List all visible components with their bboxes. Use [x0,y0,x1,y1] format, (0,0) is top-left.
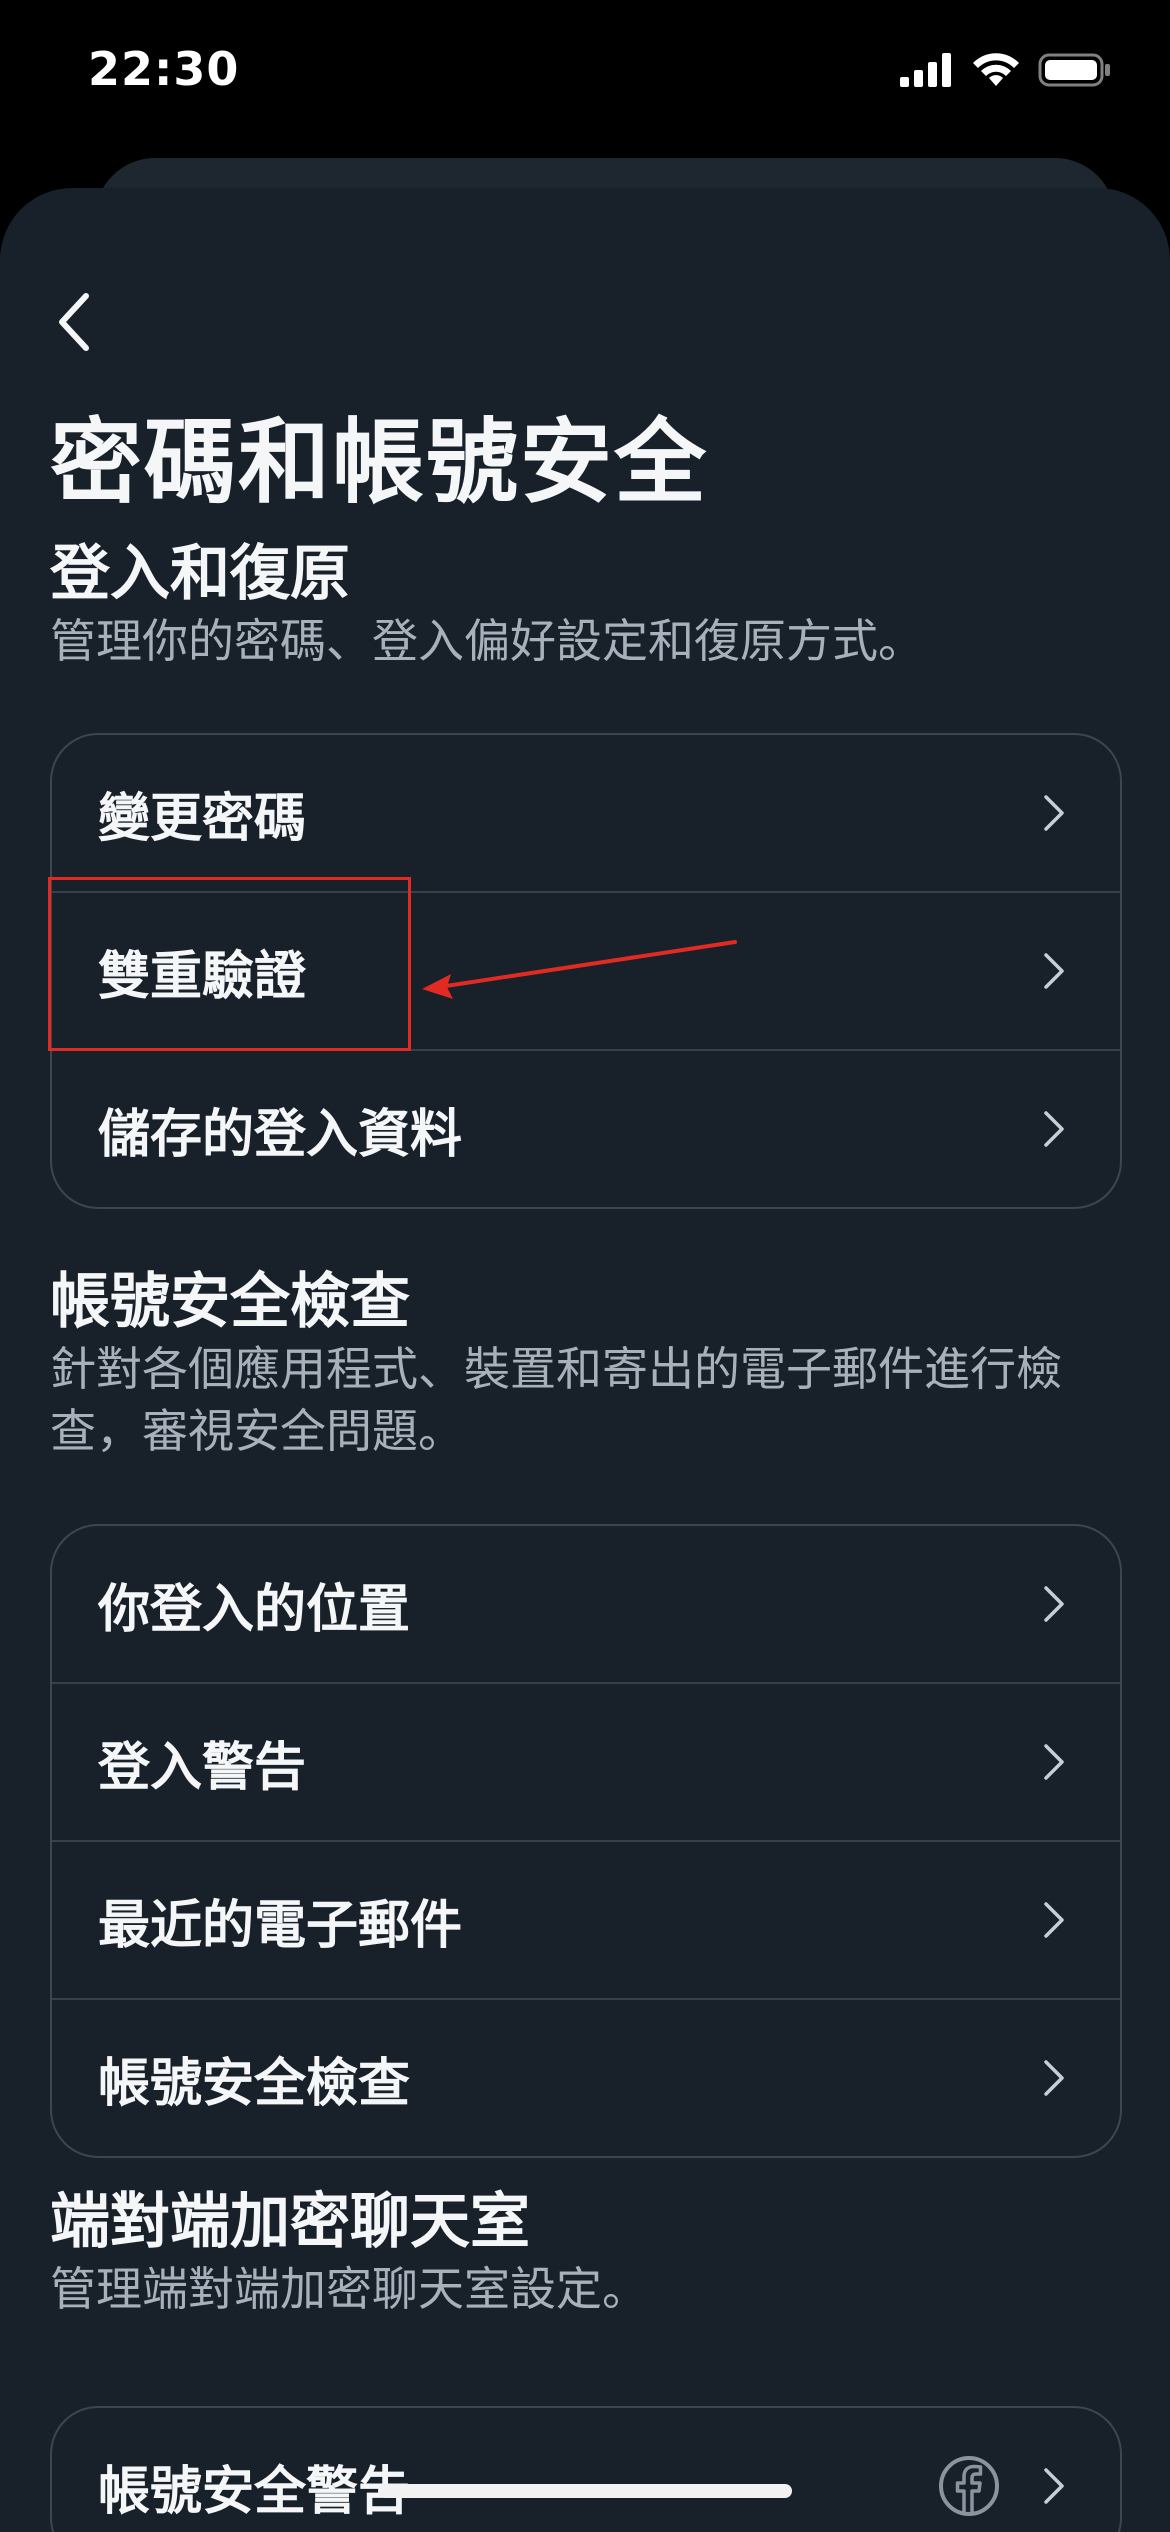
list-item-label: 最近的電子郵件 [98,1895,463,1956]
back-button[interactable] [50,286,100,358]
list-item-security-checkup[interactable]: 帳號安全檢查 [52,2000,1120,2156]
section-security-checkup: 帳號安全檢查 針對各個應用程式、裝置和寄出的電子郵件進行檢查，審視安全問題。 [50,1266,1120,1462]
section-description: 管理端對端加密聊天室設定。 [50,2262,648,2316]
annotation-highlight-box [48,877,411,1051]
chevron-right-icon [1044,795,1064,831]
battery-icon [1038,53,1110,87]
list-item-where-logged-in[interactable]: 你登入的位置 [52,1526,1120,1684]
chevron-right-icon [1044,1586,1064,1622]
list-item-saved-logins[interactable]: 儲存的登入資料 [52,1051,1120,1207]
list-item-login-alerts[interactable]: 登入警告 [52,1684,1120,1842]
section-title: 帳號安全檢查 [50,1267,410,1337]
section-description: 管理你的密碼、登入偏好設定和復原方式。 [50,614,924,668]
list-item-label: 變更密碼 [98,788,307,849]
status-icons [900,52,1112,88]
chevron-left-icon [59,293,89,351]
section-login-recovery: 登入和復原 管理你的密碼、登入偏好設定和復原方式。 [50,538,1120,672]
e2ee-chats-card: 帳號安全警告 [50,2406,1122,2532]
section-e2ee-chats: 端對端加密聊天室 管理端對端加密聊天室設定。 [50,2186,1120,2320]
chevron-right-icon [1044,1744,1064,1780]
security-checkup-card: 你登入的位置 登入警告 最近的電子郵件 帳號安全檢查 [50,1524,1122,2158]
list-item-security-alerts[interactable]: 帳號安全警告 [52,2408,1120,2532]
status-bar: 22:30 [0,0,1170,150]
cellular-signal-icon [900,53,951,87]
status-time: 22:30 [88,42,240,96]
chevron-right-icon [1044,1111,1064,1147]
chevron-right-icon [1044,2060,1064,2096]
list-item-label: 帳號安全警告 [98,2461,411,2522]
chevron-right-icon [1044,953,1064,989]
list-item-label: 儲存的登入資料 [98,1104,463,1165]
chevron-right-icon [1044,1902,1064,1938]
section-description: 針對各個應用程式、裝置和寄出的電子郵件進行檢查，審視安全問題。 [50,1342,1062,1458]
page-title: 密碼和帳號安全 [50,409,709,516]
section-title: 端對端加密聊天室 [50,2187,530,2257]
wifi-icon [973,53,1019,86]
list-item-label: 帳號安全檢查 [98,2053,411,2114]
settings-sheet: 密碼和帳號安全 登入和復原 管理你的密碼、登入偏好設定和復原方式。 變更密碼 雙… [0,188,1170,2532]
list-item-label: 你登入的位置 [98,1579,411,1640]
list-item-recent-emails[interactable]: 最近的電子郵件 [52,1842,1120,2000]
chevron-right-icon [1044,2468,1064,2504]
section-title: 登入和復原 [50,539,350,609]
home-indicator[interactable] [378,2484,792,2498]
list-item-label: 登入警告 [98,1737,307,1798]
facebook-icon [939,2456,999,2516]
list-item-change-password[interactable]: 變更密碼 [52,735,1120,893]
